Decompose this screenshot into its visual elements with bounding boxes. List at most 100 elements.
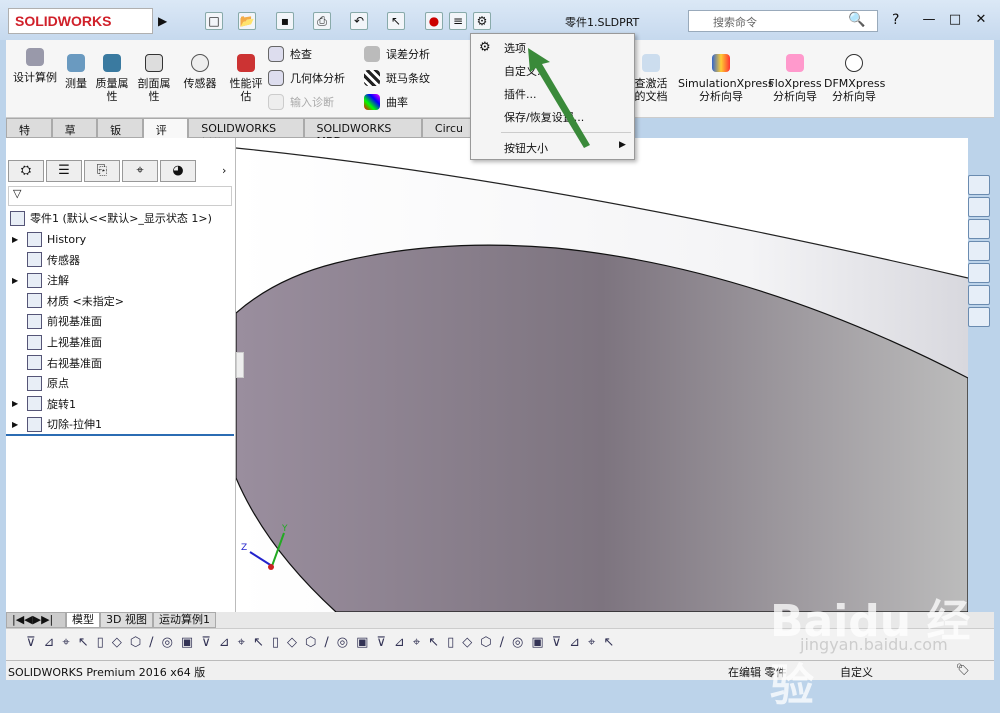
mass-properties-button[interactable]: 质量属性 — [94, 54, 130, 103]
selection-filter-icon[interactable]: ◇ — [462, 635, 472, 650]
tree-item[interactable]: 材质 <未指定> — [12, 291, 124, 311]
property-manager-tab[interactable]: ☰ — [46, 160, 82, 182]
undo-icon[interactable]: ↶ — [350, 12, 368, 30]
selection-filter-icon[interactable]: ⌖ — [238, 635, 245, 650]
view-palette-icon[interactable] — [968, 241, 990, 261]
feature-manager-tab[interactable]: ⛭ — [8, 160, 44, 182]
selection-filter-icon[interactable]: ↖ — [78, 635, 89, 650]
selection-filter-icon[interactable]: ⬡ — [305, 635, 316, 650]
configuration-manager-tab[interactable]: ⎘ — [84, 160, 120, 182]
selection-filter-icon[interactable]: ◇ — [287, 635, 297, 650]
simulationxpress-button[interactable]: SimulationXpress分析向导 — [678, 54, 764, 103]
rollback-bar[interactable] — [6, 434, 234, 436]
tree-item[interactable]: 右视基准面 — [12, 353, 102, 373]
selection-filter-icon[interactable]: ▯ — [447, 635, 454, 650]
tree-root[interactable]: 零件1 (默认<<默认>_显示状态 1>) — [10, 208, 212, 228]
tab-solidworks-mbd[interactable]: SOLIDWORKS MBD — [304, 118, 422, 138]
selection-filter-icon[interactable]: ⊽ — [552, 635, 562, 650]
design-library-icon[interactable] — [968, 197, 990, 217]
selection-filter-icon[interactable]: ⊿ — [569, 635, 580, 650]
tab-solidworks-addins[interactable]: SOLIDWORKS 插件 — [188, 118, 303, 138]
selection-filter-icon[interactable]: ▯ — [272, 635, 279, 650]
selection-filter-icon[interactable]: ▣ — [356, 635, 368, 650]
maximize-button[interactable]: □ — [944, 12, 966, 30]
tab-3d-views[interactable]: 3D 视图 — [100, 612, 153, 628]
search-icon[interactable]: 🔍 — [848, 12, 865, 28]
selection-filter-icon[interactable]: ▣ — [181, 635, 193, 650]
tree-item[interactable]: ▶旋转1 — [12, 394, 76, 414]
select-icon[interactable]: ↖ — [387, 12, 405, 30]
help-button[interactable]: ? — [892, 12, 899, 28]
tab-motion-study[interactable]: 运动算例1 — [153, 612, 216, 628]
expand-arrow-icon[interactable]: ▶ — [12, 235, 22, 244]
forum-icon[interactable] — [968, 307, 990, 327]
selection-filter-icon[interactable]: ▯ — [97, 635, 104, 650]
options-gear-icon[interactable]: ⚙ — [473, 12, 491, 30]
performance-evaluation-button[interactable]: 性能评估 — [228, 54, 264, 103]
curvature-button[interactable]: 曲率 — [364, 94, 408, 110]
custom-properties-icon[interactable] — [968, 285, 990, 305]
selection-filter-icon[interactable]: ∕ — [324, 635, 328, 650]
design-study-button[interactable]: 设计算例 — [12, 48, 58, 84]
display-manager-tab[interactable]: ◕ — [160, 160, 196, 182]
floxpress-button[interactable]: FloXpress分析向导 — [768, 54, 822, 103]
selection-filter-icon[interactable]: ⊿ — [394, 635, 405, 650]
filter-input[interactable]: ▽ — [8, 186, 232, 206]
dfmxpress-button[interactable]: DFMXpress分析向导 — [824, 54, 884, 103]
selection-filter-icon[interactable]: ▣ — [531, 635, 543, 650]
selection-filter-icon[interactable]: ⌖ — [62, 635, 69, 650]
tab-circuitworks[interactable]: Circu — [422, 118, 476, 138]
tab-model[interactable]: 模型 — [66, 612, 100, 628]
check-button[interactable]: 检查 — [268, 46, 312, 62]
selection-filter-icon[interactable]: ⌖ — [413, 635, 420, 650]
tab-features[interactable]: 特征 — [6, 118, 52, 138]
expand-menu-arrow-icon[interactable]: ▶ — [158, 14, 167, 28]
panel-splitter-handle[interactable] — [236, 352, 244, 378]
selection-filter-icon[interactable]: ⬡ — [130, 635, 141, 650]
selection-filter-icon[interactable]: ⊽ — [26, 635, 36, 650]
selection-filter-icon[interactable]: ◎ — [337, 635, 348, 650]
tree-item[interactable]: ▶History — [12, 229, 86, 249]
selection-filter-icon[interactable]: ∕ — [500, 635, 504, 650]
save-icon[interactable]: ▪ — [276, 12, 294, 30]
graphics-viewport[interactable]: YZ — [236, 138, 968, 612]
minimize-button[interactable]: — — [918, 12, 940, 30]
home-icon[interactable] — [968, 175, 990, 195]
tab-evaluate[interactable]: 评估 — [143, 118, 189, 138]
tab-sketch[interactable]: 草图 — [52, 118, 98, 138]
selection-filter-icon[interactable]: ⊽ — [201, 635, 211, 650]
appearances-icon[interactable] — [968, 263, 990, 283]
open-file-icon[interactable]: 📂 — [238, 12, 256, 30]
rebuild-icon[interactable]: ● — [425, 12, 443, 30]
selection-filter-icon[interactable]: ∕ — [149, 635, 153, 650]
selection-filter-icon[interactable]: ⊿ — [219, 635, 230, 650]
selection-filter-icon[interactable]: ↖ — [603, 635, 614, 650]
model-view[interactable]: YZ — [236, 138, 968, 612]
file-properties-icon[interactable]: ≡ — [449, 12, 467, 30]
tree-item[interactable]: 原点 — [12, 373, 69, 393]
tree-item[interactable]: 传感器 — [12, 250, 80, 270]
selection-filter-icon[interactable]: ⬡ — [480, 635, 491, 650]
selection-filter-icon[interactable]: ⊽ — [376, 635, 386, 650]
import-diagnostics-button[interactable]: 输入诊断 — [268, 94, 334, 110]
selection-filter-icon[interactable]: ◎ — [162, 635, 173, 650]
expand-arrow-icon[interactable]: ▶ — [12, 420, 22, 429]
tree-item[interactable]: 前视基准面 — [12, 311, 102, 331]
expand-arrow-icon[interactable]: ▶ — [12, 399, 22, 408]
selection-filter-icon[interactable]: ↖ — [253, 635, 264, 650]
dimxpert-manager-tab[interactable]: ⌖ — [122, 160, 158, 182]
file-explorer-icon[interactable] — [968, 219, 990, 239]
measure-button[interactable]: 测量 — [60, 54, 92, 90]
check-active-document-button[interactable]: 查激活的文档 — [630, 54, 672, 103]
tree-item[interactable]: 上视基准面 — [12, 332, 102, 352]
section-properties-button[interactable]: 剖面属性 — [136, 54, 172, 103]
selection-filter-icon[interactable]: ◎ — [512, 635, 523, 650]
tab-sheet-metal[interactable]: 钣金 — [97, 118, 143, 138]
geometry-analysis-button[interactable]: 几何体分析 — [268, 70, 345, 86]
new-file-icon[interactable]: □ — [205, 12, 223, 30]
tree-item[interactable]: ▶注解 — [12, 270, 69, 290]
selection-filter-icon[interactable]: ⌖ — [588, 635, 595, 650]
deviation-analysis-button[interactable]: 误差分析 — [364, 46, 430, 62]
zebra-stripes-button[interactable]: 斑马条纹 — [364, 70, 430, 86]
expand-arrow-icon[interactable]: ▶ — [12, 276, 22, 285]
